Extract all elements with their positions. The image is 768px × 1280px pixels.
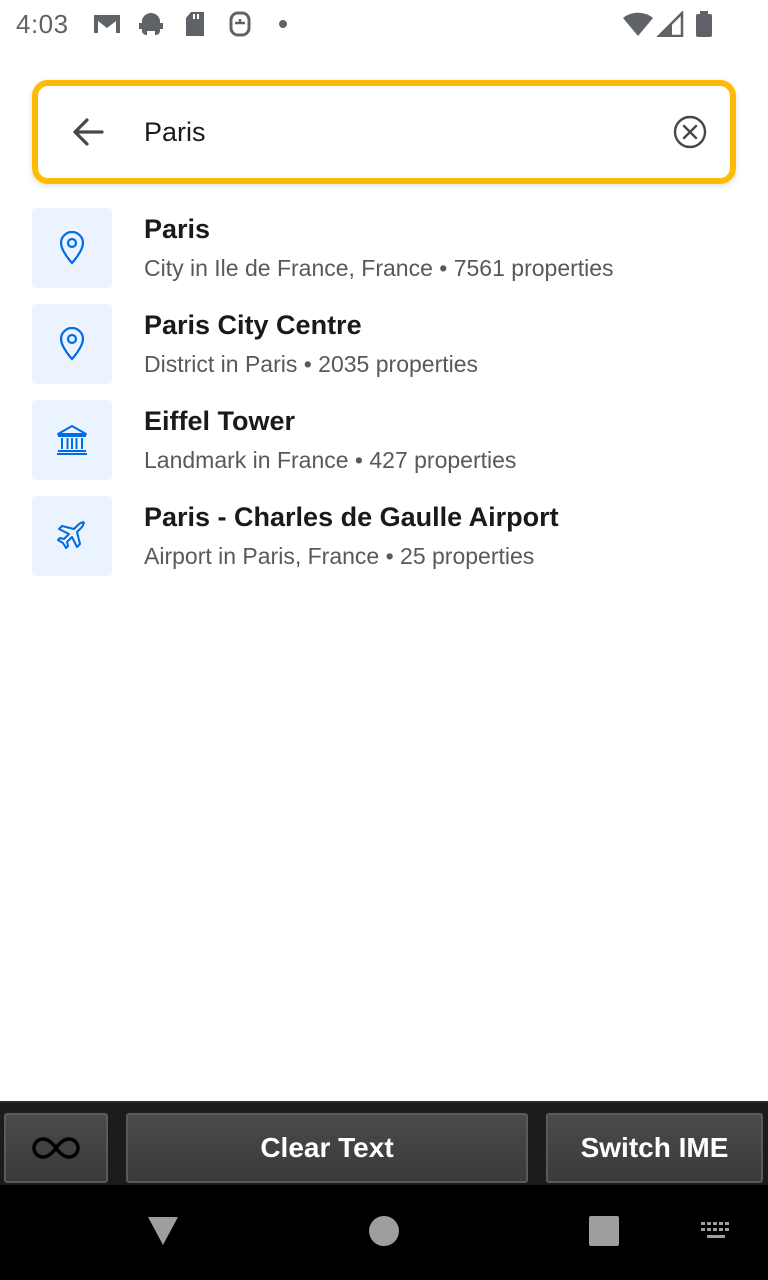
list-item[interactable]: Paris City in Ile de France, France • 75… [32,208,736,304]
result-title: Paris City Centre [144,310,362,340]
recents-square-icon[interactable] [582,1209,626,1253]
gmail-icon [92,10,122,38]
status-bar: 4:03 [0,0,768,50]
navigation-bar [0,1185,768,1280]
keyboard-icon[interactable] [694,1215,738,1247]
sd-card-icon [184,10,206,38]
infinity-icon[interactable] [4,1113,108,1183]
result-subtitle: City in Ile de France, France • 7561 pro… [144,255,614,281]
dot-icon [276,10,290,38]
result-title: Eiffel Tower [144,406,296,436]
ime-toolbar: Clear Text Switch IME [0,1101,768,1185]
status-time: 4:03 [16,9,69,39]
location-pin-icon [32,304,112,384]
search-box [32,80,736,184]
battery-icon [694,10,714,38]
home-circle-icon[interactable] [362,1209,406,1253]
location-pin-icon [32,208,112,288]
cell-signal-icon [656,10,684,38]
results-list: Paris City in Ile de France, France • 75… [32,208,736,592]
landmark-icon [32,400,112,480]
switch-ime-button[interactable]: Switch IME [546,1113,763,1183]
list-item[interactable]: Eiffel Tower Landmark in France • 427 pr… [32,400,736,496]
airplane-icon [32,496,112,576]
list-item[interactable]: Paris City Centre District in Paris • 20… [32,304,736,400]
result-subtitle: Airport in Paris, France • 25 properties [144,543,535,569]
result-title: Paris - Charles de Gaulle Airport [144,502,559,532]
result-title: Paris [144,214,211,244]
arrow-left-icon[interactable] [68,112,108,152]
back-triangle-icon[interactable] [140,1211,186,1251]
wifi-icon [622,10,654,38]
clear-circle-icon[interactable] [670,112,710,152]
app-icon [228,10,252,38]
search-input[interactable] [144,108,644,156]
result-subtitle: District in Paris • 2035 properties [144,351,479,377]
android-debug-icon [136,10,166,38]
result-subtitle: Landmark in France • 427 properties [144,447,517,473]
clear-text-button[interactable]: Clear Text [126,1113,528,1183]
list-item[interactable]: Paris - Charles de Gaulle Airport Airpor… [32,496,736,592]
